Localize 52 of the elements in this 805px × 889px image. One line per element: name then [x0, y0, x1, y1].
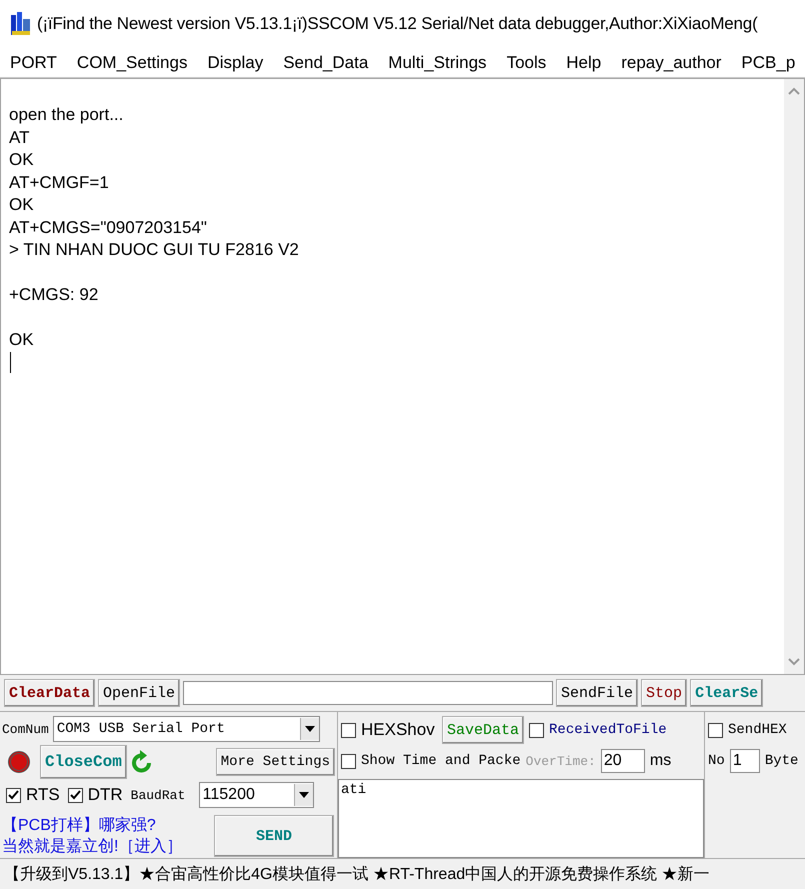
menu-item[interactable]: Display — [197, 52, 274, 72]
com-port-dropdown[interactable]: COM3 USB Serial Port — [52, 716, 320, 742]
baud-rate-label: BaudRat — [130, 788, 186, 802]
ms-label: ms — [650, 752, 672, 770]
status-text: 【升级到V5.13.1】★合宙高性价比4G模块值得一试 ★RT-Thread中国人的开源免费操作系统 ★新一 — [4, 864, 710, 884]
send-button[interactable]: SEND — [214, 815, 334, 857]
clear-send-button[interactable]: ClearSe — [690, 679, 764, 707]
no-field[interactable]: 1 — [730, 749, 760, 773]
menu-item[interactable]: COM_Settings — [66, 52, 198, 72]
send-text-field[interactable]: ati — [338, 779, 704, 858]
app-logo-icon — [10, 11, 32, 37]
menu-item[interactable]: repay_author — [611, 52, 732, 72]
overtime-label: OverTime: — [526, 754, 596, 768]
show-time-label: Show Time and Packe — [361, 753, 521, 769]
ad-link[interactable]: 当然就是嘉立创!［进入］ — [2, 836, 210, 857]
menu-item[interactable]: Help — [556, 52, 612, 72]
baud-rate-dropdown[interactable]: 115200 — [198, 782, 314, 808]
ad-link[interactable]: 【PCB打样】哪家强? — [2, 815, 210, 836]
byte-label: Byte — [764, 753, 798, 769]
hex-show-label: HEXShov — [361, 720, 436, 740]
stop-button[interactable]: Stop — [641, 679, 688, 707]
com-num-label: ComNum — [2, 722, 49, 736]
dropdown-arrow-icon[interactable] — [304, 726, 315, 732]
received-to-file-checkbox[interactable] — [529, 722, 544, 738]
refresh-icon[interactable] — [130, 750, 153, 774]
received-to-file-label: ReceivedToFile — [549, 722, 667, 738]
close-com-button[interactable]: CloseCom — [40, 745, 127, 779]
receive-text: open the port... AT OK AT+CMGF=1 OK AT+CMGS="0907203154" > TIN NHAN DUOC GUI TU F2816 V2 +CMGS: 92 OK — [8, 104, 299, 351]
show-time-checkbox[interactable] — [341, 754, 356, 768]
more-settings-button[interactable]: More Settings — [216, 748, 335, 776]
menu-item[interactable]: Send_Data — [273, 52, 378, 72]
no-label: No — [708, 753, 725, 769]
send-hex-label: SendHEX — [728, 722, 787, 738]
file-path-field[interactable] — [183, 681, 554, 705]
dropdown-arrow-icon[interactable] — [298, 792, 309, 798]
dtr-checkbox[interactable] — [68, 788, 83, 802]
hex-show-checkbox[interactable] — [341, 722, 356, 738]
dtr-label: DTR — [88, 785, 123, 805]
send-file-button[interactable]: SendFile — [556, 679, 638, 707]
send-hex-checkbox[interactable] — [708, 722, 723, 738]
save-data-button[interactable]: SaveData — [442, 716, 524, 744]
menu-item[interactable]: PORT — [0, 52, 67, 72]
rts-checkbox[interactable] — [6, 788, 21, 802]
rts-label: RTS — [26, 785, 60, 805]
window-title: (¡ïFind the Newest version V5.13.1¡ï)SSCOM V5.12 Serial/Net data debugger,Author:XiXiaoMeng( — [37, 14, 758, 34]
text-cursor — [10, 352, 11, 372]
overtime-field[interactable]: 20 — [600, 749, 645, 773]
menu-item[interactable]: Multi_Strings — [378, 52, 497, 72]
menu-item[interactable]: Tools — [496, 52, 556, 72]
clear-data-button[interactable]: ClearData — [4, 679, 96, 707]
menu-item[interactable]: PCB_p — [731, 52, 805, 72]
open-file-button[interactable]: OpenFile — [98, 679, 180, 707]
